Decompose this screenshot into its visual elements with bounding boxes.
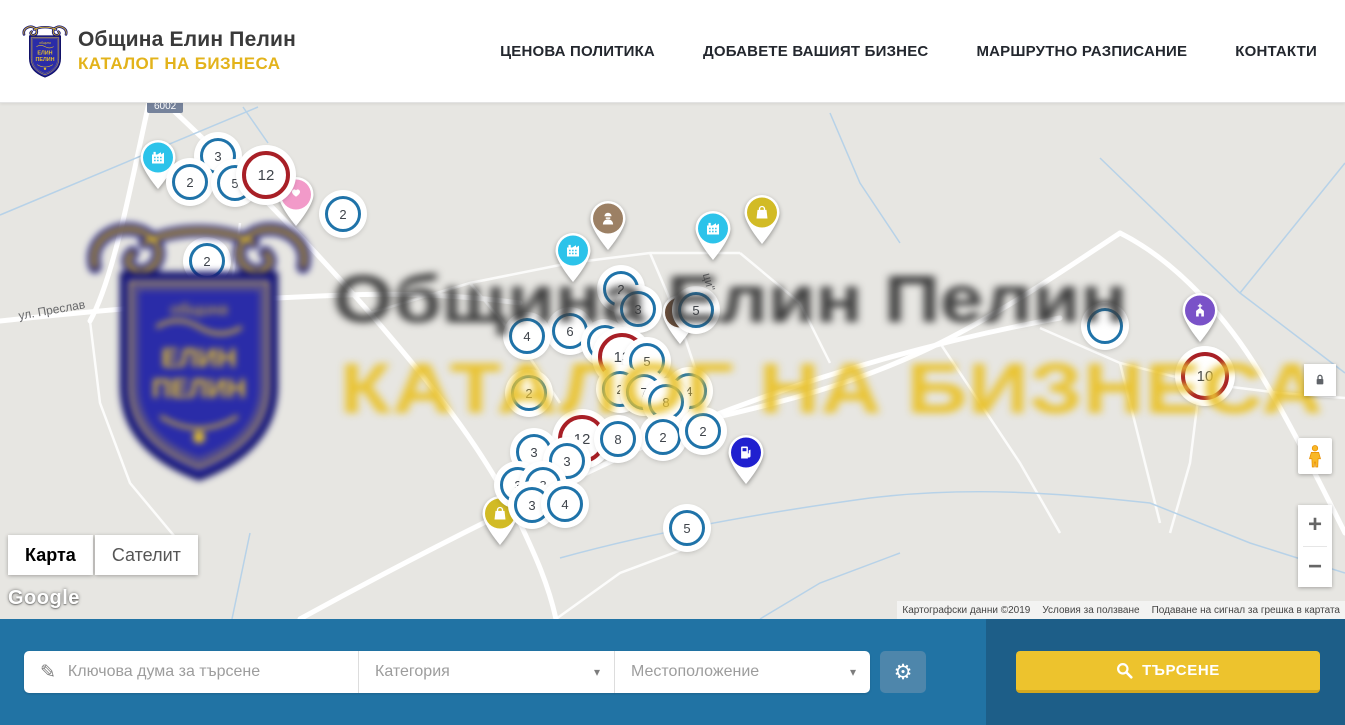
cluster-count: 13: [614, 349, 631, 366]
header: Община Елин Пелин КАТАЛОГ НА БИЗНЕСА ЦЕН…: [0, 0, 1345, 103]
cluster-count: 10: [1197, 368, 1214, 385]
chevron-down-icon: ▾: [594, 665, 600, 679]
cluster-marker[interactable]: 2: [511, 375, 547, 411]
nav-item[interactable]: ЦЕНОВА ПОЛИТИКА: [500, 43, 655, 60]
map-type-control: Карта Сателит: [8, 535, 198, 575]
cluster-count: 2: [659, 430, 666, 445]
search-fields: ✎ Категория ▾ Местоположение ▾: [24, 651, 870, 693]
map-attribution: Картографски данни ©2019 Условия за ползв…: [897, 601, 1345, 619]
nav-item[interactable]: МАРШРУТНО РАЗПИСАНИЕ: [976, 43, 1187, 60]
attribution-text: Картографски данни ©2019: [902, 605, 1030, 616]
cluster-count: 4: [685, 384, 692, 399]
attribution-link[interactable]: Подаване на сигнал за грешка в картата: [1152, 605, 1340, 616]
cluster-count: 2: [525, 386, 532, 401]
cluster-count: 8: [662, 395, 669, 410]
cluster-marker[interactable]: 3: [516, 434, 552, 470]
cluster-marker[interactable]: 12: [242, 151, 290, 199]
cluster-marker[interactable]: 6: [552, 313, 588, 349]
pencil-icon: ✎: [40, 661, 56, 684]
category-select[interactable]: Категория ▾: [358, 651, 614, 693]
cluster-count: 5: [683, 521, 690, 536]
cluster-count: 6: [566, 324, 573, 339]
cluster-count: 4: [561, 497, 568, 512]
cluster-count: 3: [634, 302, 641, 317]
cluster-count: 8: [614, 432, 621, 447]
cluster-marker[interactable]: 3: [514, 487, 550, 523]
keyword-field: ✎: [24, 651, 358, 693]
cluster-count: 3: [530, 445, 537, 460]
cluster-count: 5: [643, 354, 650, 369]
cluster-count: 2: [203, 254, 210, 269]
cluster-count: 2: [616, 382, 623, 397]
chevron-down-icon: ▾: [850, 665, 856, 679]
cluster-count: 7: [640, 385, 647, 400]
cluster-count: 3: [528, 498, 535, 513]
location-select[interactable]: Местоположение ▾: [614, 651, 870, 693]
brand-title: Община Елин Пелин: [78, 28, 296, 52]
pegman-button[interactable]: [1298, 438, 1332, 474]
cluster-count: 2: [699, 424, 706, 439]
cluster-marker[interactable]: [1087, 308, 1123, 344]
cluster-marker[interactable]: 2: [189, 243, 225, 279]
cluster-count: 5: [231, 176, 238, 191]
pegman-icon: [1304, 443, 1326, 469]
cluster-marker[interactable]: 2: [172, 164, 208, 200]
attribution-link[interactable]: Условия за ползване: [1042, 605, 1139, 616]
cluster-marker[interactable]: 2: [685, 413, 721, 449]
cluster-marker[interactable]: 4: [509, 318, 545, 354]
cluster-count: 12: [258, 167, 275, 184]
cluster-marker[interactable]: 2: [645, 419, 681, 455]
map-canvas[interactable]: 6002ул. Преславбул. „Новоселци" 32512222…: [0, 103, 1345, 619]
cluster-marker[interactable]: 5: [678, 292, 714, 328]
gear-icon: ⚙: [894, 660, 913, 685]
cluster-count: 3: [214, 149, 221, 164]
brand-logo[interactable]: Община Елин Пелин КАТАЛОГ НА БИЗНЕСА: [22, 23, 296, 79]
main-nav: ЦЕНОВА ПОЛИТИКА ДОБАВЕТЕ ВАШИЯТ БИЗНЕС МАР…: [500, 43, 1317, 60]
google-logo[interactable]: Google: [8, 587, 80, 610]
settings-button[interactable]: ⚙: [880, 651, 926, 693]
search-button-label: ТЪРСЕНЕ: [1142, 662, 1220, 679]
cluster-count: 2: [339, 207, 346, 222]
cluster-count: 5: [692, 303, 699, 318]
keyword-input[interactable]: [66, 662, 358, 682]
cluster-marker[interactable]: 8: [600, 421, 636, 457]
cluster-count: 3: [563, 454, 570, 469]
nav-item[interactable]: КОНТАКТИ: [1235, 43, 1317, 60]
zoom-out-button[interactable]: −: [1298, 547, 1332, 588]
map-type-button[interactable]: Карта: [8, 535, 93, 575]
zoom-in-button[interactable]: +: [1298, 505, 1332, 546]
search-icon: [1116, 662, 1133, 679]
nav-item[interactable]: ДОБАВЕТЕ ВАШИЯТ БИЗНЕС: [703, 43, 928, 60]
municipality-emblem: [22, 23, 68, 79]
lock-button[interactable]: [1304, 364, 1336, 396]
cluster-marker[interactable]: 2: [325, 196, 361, 232]
cluster-marker[interactable]: 8: [648, 384, 684, 420]
brand-subtitle: КАТАЛОГ НА БИЗНЕСА: [78, 54, 296, 74]
cluster-marker[interactable]: 3: [620, 291, 656, 327]
cluster-count: 2: [617, 282, 624, 297]
cluster-count: 4: [523, 329, 530, 344]
search-button[interactable]: ТЪРСЕНЕ: [1016, 651, 1320, 693]
category-placeholder: Категория: [375, 663, 450, 681]
satellite-type-button[interactable]: Сателит: [95, 535, 198, 575]
cluster-marker[interactable]: 10: [1181, 352, 1229, 400]
lock-icon: [1312, 372, 1328, 388]
clusters-layer: 32512222356471352274822128333834510: [0, 103, 1345, 619]
search-bar: ✎ Категория ▾ Местоположение ▾ ⚙ ТЪРСЕНЕ: [0, 619, 1345, 725]
cluster-count: 2: [186, 175, 193, 190]
zoom-control: + −: [1298, 505, 1332, 587]
cluster-marker[interactable]: 5: [669, 510, 705, 546]
cluster-marker[interactable]: 4: [547, 486, 583, 522]
location-placeholder: Местоположение: [631, 663, 759, 681]
